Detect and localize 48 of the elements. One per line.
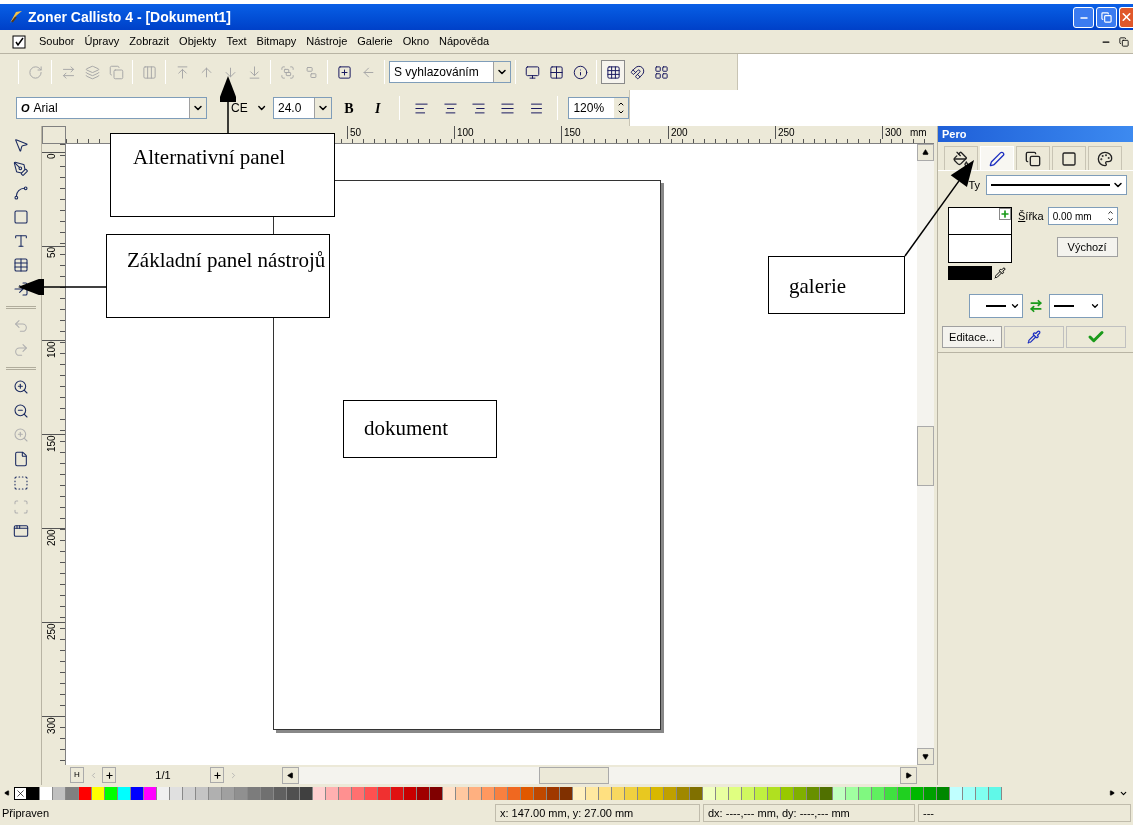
type-label: Ty [967,177,980,193]
ruler-label: 200 [668,126,775,139]
ruler-label: 50 [347,126,454,139]
zoom-spinner[interactable]: 120% [568,97,629,119]
panel-title: Pero [942,126,968,142]
menu-item[interactable]: Nástroje [301,33,353,50]
ruler-label: 250 [45,623,58,642]
menu-item[interactable]: Soubor [34,33,80,50]
first-page-button[interactable]: H [70,767,84,783]
ruler-label: 300 [45,717,58,736]
callout-text: dokument [364,416,448,440]
status-field: dx: ----,--- mm, dy: ----,--- mm [703,803,915,823]
page-counter: 1/1 [154,767,172,783]
status-text: Připraven [2,805,51,821]
menu-item[interactable]: Úpravy [79,33,125,50]
italic-button[interactable]: I [366,97,389,119]
width-spinner[interactable]: 0.00 mm [1047,207,1118,225]
quality-dropdown[interactable]: S vyhlazováním [389,61,511,83]
menu-item[interactable]: Nápověda [434,33,495,50]
menu-item[interactable]: Okno [397,33,435,50]
default-button[interactable]: Výchozí [1056,237,1118,257]
status-field: x: 147.00 mm, y: 27.00 mm [495,803,700,823]
window-title: Zoner Callisto 4 - [Dokument1] [28,7,233,27]
ruler-label: 100 [45,341,58,360]
ruler-label: 150 [45,435,58,454]
callout-text: galerie [789,274,847,298]
ruler-label: 150 [561,126,668,139]
edit-button[interactable]: Editace... [942,326,1002,348]
width-label: Šířka [1018,208,1044,224]
bold-button[interactable]: B [337,97,361,119]
encoding-dropdown[interactable]: CE [227,97,267,119]
opentype-icon: O [17,99,30,117]
status-field: --- [918,803,1131,823]
menu-item[interactable]: Text [221,33,252,50]
callout-text: Základní panel nástrojů [127,248,326,272]
menu-item[interactable]: Zobrazit [124,33,175,50]
font-dropdown[interactable]: O Arial [16,97,207,119]
ruler-unit: mm [910,126,927,139]
ruler-label: 0 [45,153,58,161]
menu-item[interactable]: Galerie [352,33,398,50]
ruler-label: 50 [45,247,58,261]
ruler-label: 250 [775,126,882,139]
ruler-label: 100 [454,126,561,139]
font-size-dropdown[interactable]: 24.0 [273,97,332,119]
menu-item[interactable]: Bitmapy [251,33,302,50]
ruler-label: 200 [45,529,58,548]
menu-item[interactable]: Objekty [174,33,222,50]
callout-text: Alternativní panel [133,145,286,169]
